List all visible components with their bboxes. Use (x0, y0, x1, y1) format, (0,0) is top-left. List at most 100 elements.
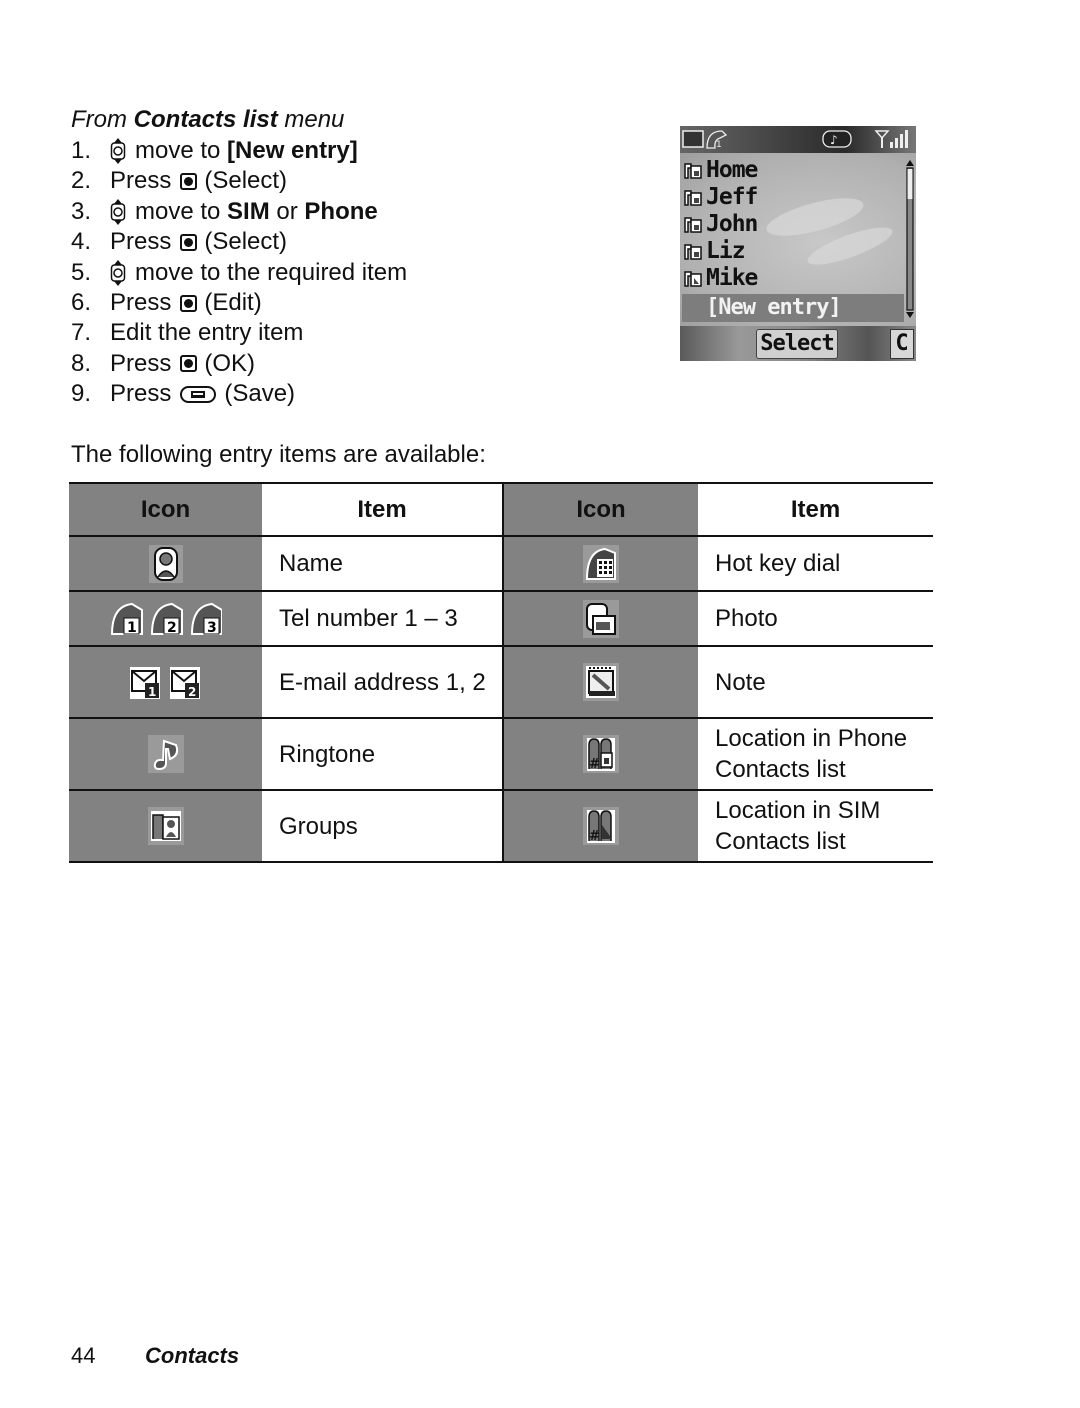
sim-contact-icon (684, 271, 702, 287)
footer-section-title: Contacts (145, 1343, 240, 1368)
new-entry-item[interactable]: [New entry] (706, 294, 842, 322)
signal-strength-icon (874, 130, 908, 148)
step-pre: Press (110, 228, 172, 256)
heading-suffix: menu (277, 106, 345, 133)
step-text: move to (135, 137, 228, 164)
select-key-icon (180, 355, 198, 373)
intro-text: The following entry items are available: (71, 441, 486, 468)
status-bar: 1 ♪ (680, 126, 916, 153)
navigation-key-icon (110, 259, 126, 286)
phone-screen: 1 ♪ Home Jeff John Liz Mike [New entry] … (680, 126, 916, 361)
phone-contact-icon (684, 190, 702, 206)
entry-items-table: Icon Item Icon Item Name Hot key dial 12… (69, 482, 933, 863)
scrollbar[interactable] (906, 160, 914, 318)
table-row: Name Hot key dial (69, 535, 933, 592)
svg-text:2: 2 (167, 620, 177, 636)
svg-text:1: 1 (716, 140, 722, 150)
hot-key-dial-icon (583, 544, 619, 583)
email-address-1-2-icon: 12 (129, 667, 200, 699)
select-key-icon (180, 233, 198, 251)
table-row: Groups # Location in SIM Contacts list (69, 789, 933, 863)
step-bold-2: Phone (304, 197, 378, 225)
select-key-icon (180, 173, 198, 191)
step-mid: or (269, 197, 305, 225)
step-number: 7. (71, 319, 92, 347)
photo-icon (583, 599, 619, 638)
location-phone-icon: # (583, 735, 619, 773)
step-3: 3. move to SIM or Phone (71, 197, 407, 227)
contact-entry[interactable]: Jeff (683, 184, 758, 210)
soft-key-icon (180, 385, 217, 403)
contact-name: Mike (706, 265, 758, 291)
ringer-icon: ♪ (822, 130, 852, 148)
step-6: 6. Press (Edit) (71, 288, 407, 318)
header-icon: Icon (502, 482, 698, 537)
location-sim-icon: # (583, 807, 619, 845)
step-text: move to the required item (135, 258, 408, 286)
step-2: 2. Press (Select) (71, 166, 407, 196)
heading-bold: Contacts list (133, 106, 278, 133)
step-number: 9. (71, 380, 92, 408)
step-text: move to (135, 197, 228, 225)
clear-softkey[interactable]: C (890, 329, 914, 359)
step-text: (OK) (204, 349, 256, 377)
contact-entry[interactable]: Home (683, 157, 758, 183)
contact-name: Liz (706, 238, 746, 264)
step-1: 1. move to [New entry] (71, 136, 407, 166)
contact-entry[interactable]: John (683, 211, 758, 237)
step-bold: SIM (227, 197, 270, 225)
step-number: 2. (71, 167, 92, 195)
contact-entry[interactable]: Mike (683, 265, 758, 291)
step-number: 6. (71, 288, 92, 316)
note-icon (583, 663, 619, 701)
svg-text:2: 2 (188, 685, 196, 699)
step-bold: [New entry] (227, 137, 358, 164)
step-5: 5. move to the required item (71, 258, 407, 288)
svg-text:#: # (589, 829, 600, 844)
step-number: 1. (71, 137, 92, 164)
svg-text:♪: ♪ (830, 133, 838, 147)
step-number: 3. (71, 197, 92, 225)
select-softkey[interactable]: Select (756, 329, 838, 359)
step-text: Edit the entry item (110, 319, 304, 347)
item-email-address: E-mail address 1, 2 (262, 645, 503, 719)
step-text: (Select) (204, 167, 288, 195)
contact-name: John (706, 211, 758, 237)
contact-entry[interactable]: Liz (683, 238, 746, 264)
contact-name: Home (706, 157, 758, 183)
tel-number-1-2-3-icon: 1 2 3 (110, 602, 222, 636)
step-number: 5. (71, 258, 92, 286)
table-row: Ringtone # Location in Phone Contacts li… (69, 717, 933, 791)
item-note: Note (698, 645, 933, 719)
svg-text:#: # (589, 757, 600, 772)
header-icon: Icon (69, 482, 262, 537)
phone-contact-icon (684, 163, 702, 179)
select-key-icon (180, 294, 198, 312)
header-item: Item (262, 482, 503, 537)
svg-text:1: 1 (148, 685, 156, 699)
step-7: 7. Edit the entry item (71, 318, 407, 348)
step-pre: Press (110, 349, 172, 377)
item-hot-key-dial: Hot key dial (698, 535, 933, 592)
contact-name: Jeff (706, 184, 758, 210)
step-number: 4. (71, 228, 92, 256)
step-pre: Press (110, 380, 172, 408)
section-heading: From Contacts list menu (71, 106, 344, 134)
email-address-icons: 12 (128, 667, 204, 699)
step-text: (Edit) (204, 288, 262, 316)
table-row: 12 E-mail address 1, 2 Note (69, 645, 933, 719)
status-icons: 1 ♪ (682, 130, 908, 150)
page-number: 44 (71, 1343, 96, 1368)
step-text: (Save) (224, 380, 296, 408)
item-groups: Groups (262, 789, 503, 863)
item-tel-number: Tel number 1 – 3 (262, 590, 503, 647)
table-row: 1 2 3 Tel number 1 – 3 Photo (69, 590, 933, 647)
steps-list: 1. move to [New entry] 2. Press (Select) 3.… (71, 136, 407, 410)
groups-icon (147, 807, 184, 845)
ringtone-icon (147, 735, 184, 773)
table-header-row: Icon Item Icon Item (69, 482, 933, 537)
navigation-key-icon (110, 138, 126, 165)
line-1-icon: 1 (706, 130, 728, 150)
navigation-key-icon (110, 198, 126, 225)
step-8: 8. Press (OK) (71, 349, 407, 379)
